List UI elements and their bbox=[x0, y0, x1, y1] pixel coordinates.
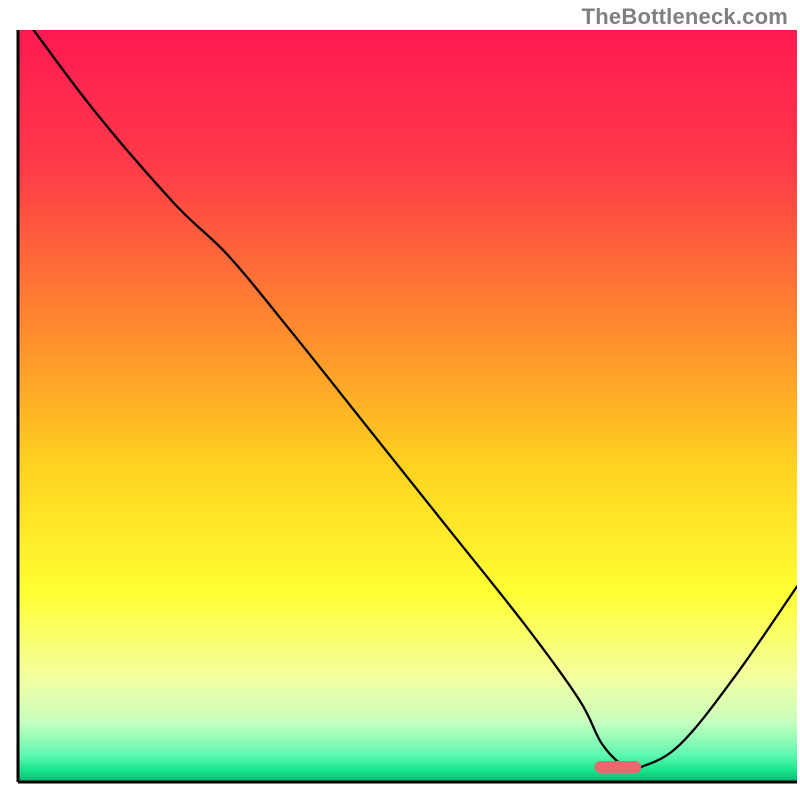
optimal-marker bbox=[594, 761, 641, 773]
watermark-text: TheBottleneck.com bbox=[582, 4, 788, 30]
gradient-background bbox=[18, 30, 797, 782]
bottleneck-chart bbox=[0, 0, 800, 800]
chart-stage: TheBottleneck.com bbox=[0, 0, 800, 800]
